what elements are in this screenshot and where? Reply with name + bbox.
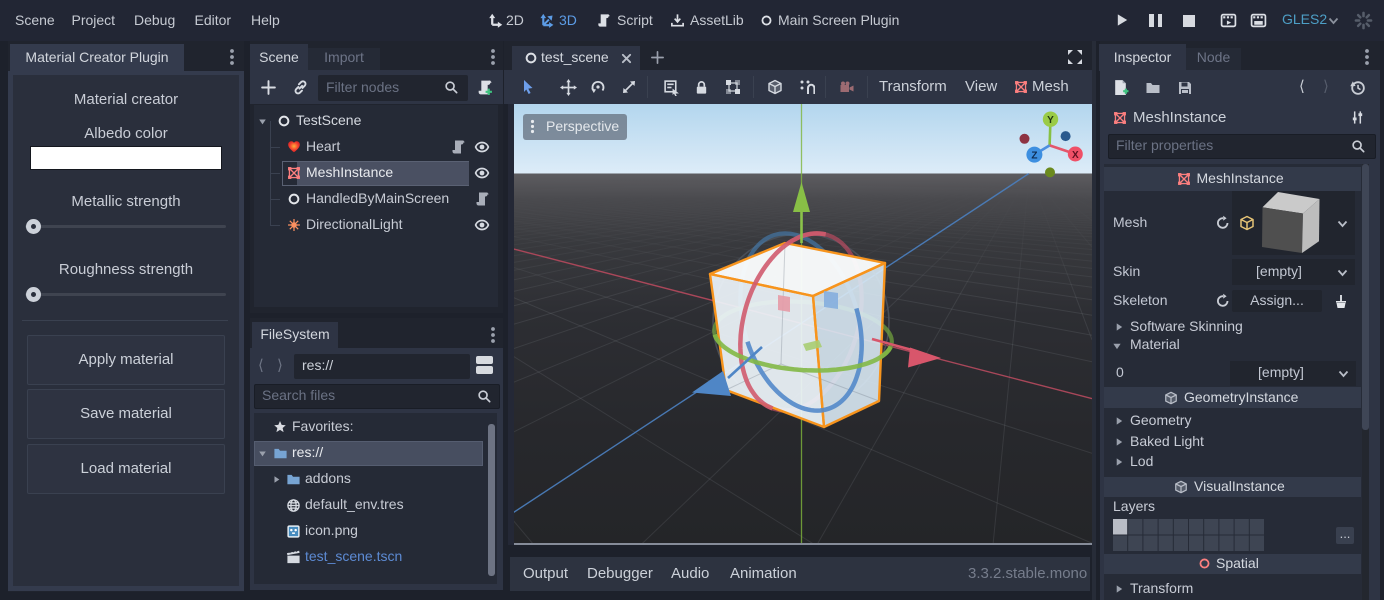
svg-text:Z: Z [1031,150,1037,161]
svg-text:X: X [1072,150,1079,161]
svg-text:Y: Y [1047,115,1054,126]
